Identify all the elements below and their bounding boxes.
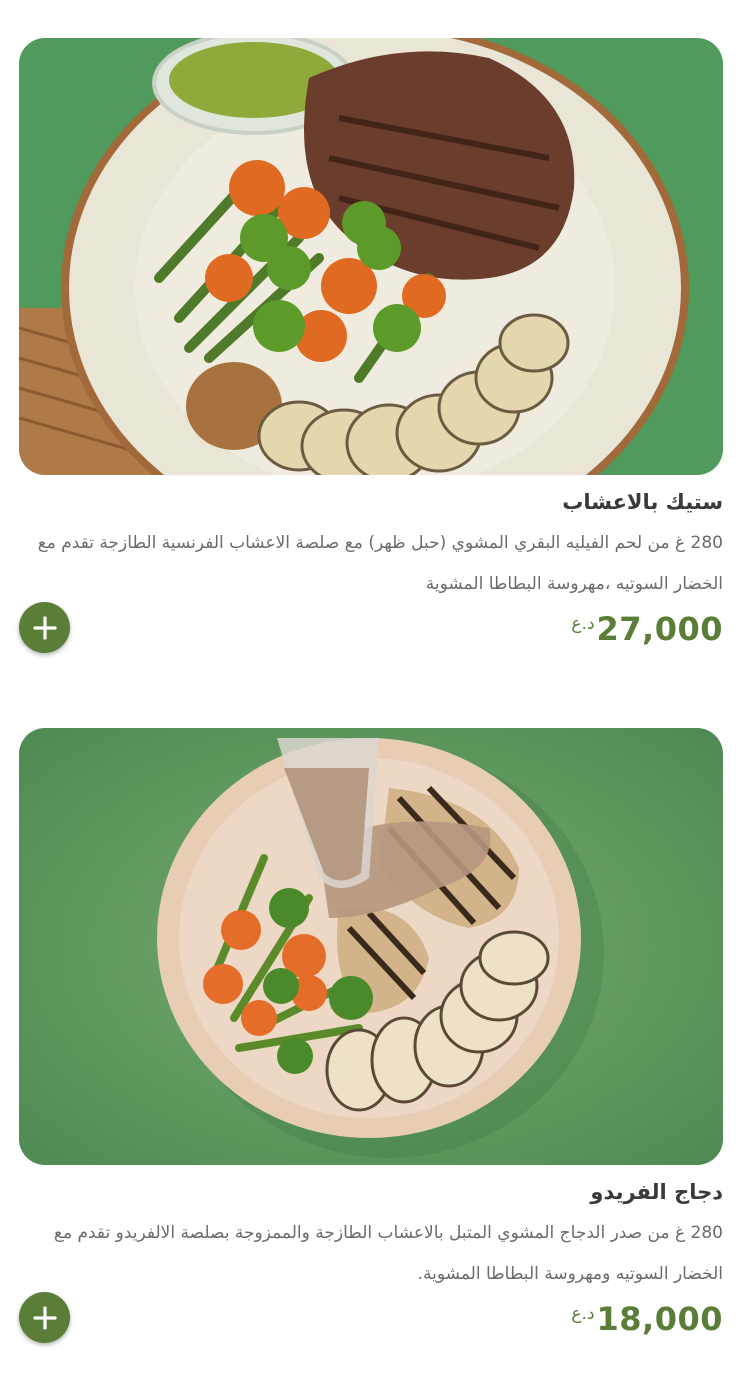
dish-image-steak[interactable]: [19, 38, 723, 475]
dish-price: د.ع 27,000: [571, 610, 723, 648]
plus-icon: [32, 615, 57, 640]
add-to-cart-button[interactable]: [19, 602, 70, 653]
currency-label: د.ع: [571, 1304, 595, 1324]
price-amount: 18,000: [596, 1300, 723, 1338]
price-amount: 27,000: [596, 610, 723, 648]
dish-price: د.ع 18,000: [571, 1300, 723, 1338]
dish-name: ستيك بالاعشاب: [562, 490, 723, 514]
dish-image-chicken[interactable]: [19, 728, 723, 1165]
plus-icon: [32, 1305, 57, 1330]
currency-label: د.ع: [571, 614, 595, 634]
add-to-cart-button[interactable]: [19, 1292, 70, 1343]
dish-description: 280 غ من لحم الفيليه البقري المشوي (حبل …: [37, 533, 723, 594]
dish-description: 280 غ من صدر الدجاج المشوي المتبل بالاعش…: [53, 1223, 723, 1284]
menu-item-card[interactable]: دجاج الفريدو 280 غ من صدر الدجاج المشوي …: [19, 728, 723, 1343]
menu-item-card[interactable]: ستيك بالاعشاب 280 غ من لحم الفيليه البقر…: [19, 38, 723, 653]
dish-name: دجاج الفريدو: [590, 1180, 723, 1204]
